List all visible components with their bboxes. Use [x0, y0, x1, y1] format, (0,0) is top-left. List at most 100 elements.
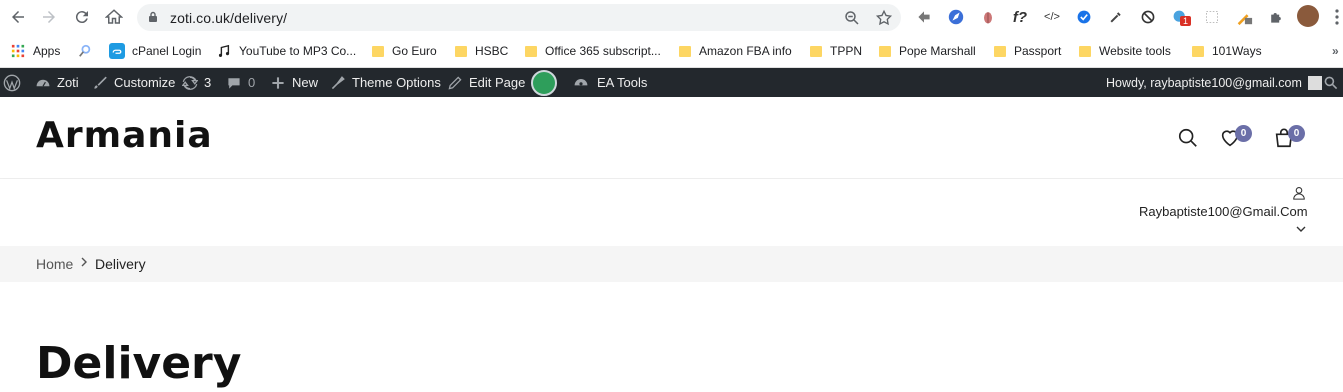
user-icon[interactable] [1292, 186, 1306, 200]
reload-icon [75, 11, 88, 24]
wp-logo-menu[interactable] [3, 68, 27, 97]
url-text: zoti.co.uk/delivery/ [170, 10, 288, 26]
chevron-down-icon[interactable] [1296, 225, 1306, 233]
wp-admin-bar: Zoti Customize 3 0 New Theme Options Edi… [0, 68, 1343, 97]
bookmark-go-euro[interactable]: Go Euro [372, 42, 437, 60]
folder-icon [879, 45, 891, 57]
new-content-menu[interactable]: New [270, 68, 318, 97]
folder-icon [455, 45, 467, 57]
bookmark-label: Go Euro [392, 44, 437, 58]
bookmark-cpanel[interactable]: cPanel Login [109, 42, 201, 60]
search-icon [1324, 76, 1338, 89]
back-button[interactable] [7, 6, 29, 28]
arrow-right-icon [43, 11, 55, 23]
extension-eyedropper-icon[interactable] [1106, 7, 1126, 27]
customize-label: Customize [114, 75, 176, 90]
new-label: New [292, 75, 319, 90]
breadcrumb-current: Delivery [95, 256, 146, 272]
edit-page-label: Edit Page [469, 75, 526, 90]
account-bar: Raybaptiste100@Gmail.Com [0, 179, 1343, 246]
extension-frame-icon[interactable] [1202, 7, 1222, 27]
folder-icon [525, 45, 537, 57]
bookmark-label: Passport [1014, 44, 1062, 58]
apps-grid-icon [10, 43, 26, 59]
bookmark-tppn[interactable]: TPPN [810, 42, 862, 60]
profile-avatar[interactable] [1297, 5, 1319, 27]
plugin-status-button[interactable] [531, 68, 557, 97]
extension-block-icon[interactable] [1138, 7, 1158, 27]
address-bar[interactable]: zoti.co.uk/delivery/ [137, 4, 901, 31]
reload-button[interactable] [71, 6, 93, 28]
bookmark-label: HSBC [475, 44, 509, 58]
admin-search-button[interactable] [1323, 68, 1343, 97]
extension-code-icon[interactable]: </> [1042, 7, 1062, 27]
extension-notify-icon[interactable]: 1 [1170, 7, 1192, 27]
cpanel-icon [109, 43, 125, 59]
bookmark-101ways[interactable]: 101Ways [1192, 42, 1262, 60]
updates-link[interactable]: 3 [182, 68, 211, 97]
page-title: Delivery [36, 338, 242, 389]
bookmark-hsbc[interactable]: HSBC [455, 42, 508, 60]
bookmarks-overflow-icon[interactable]: » [1332, 42, 1339, 60]
bookmark-search[interactable] [77, 42, 100, 60]
bookmark-label: 101Ways [1212, 44, 1262, 58]
site-name-menu[interactable]: Zoti [35, 68, 79, 97]
extension-check-icon[interactable] [1074, 7, 1094, 27]
site-header: Armania 0 0 [0, 97, 1343, 179]
my-account-menu[interactable]: Howdy, raybaptiste100@gmail.com [1106, 68, 1322, 97]
ea-tools-icon [574, 78, 588, 85]
search-bookmark-icon [77, 43, 93, 59]
bookmark-label: Office 365 subscript... [545, 44, 661, 58]
site-logo[interactable]: Armania [36, 115, 213, 156]
folder-icon [372, 45, 384, 57]
bookmark-label: Apps [33, 44, 61, 58]
howdy-text: Howdy, raybaptiste100@gmail.com [1106, 75, 1302, 90]
extension-font-icon[interactable]: f? [1010, 7, 1030, 27]
bookmark-label: TPPN [830, 44, 863, 58]
bookmark-amazon-fba[interactable]: Amazon FBA info [679, 42, 792, 60]
chevron-right-icon [81, 257, 87, 267]
menu-kebab-icon[interactable] [1332, 7, 1342, 27]
ea-tools-menu[interactable]: EA Tools [573, 68, 647, 97]
account-email[interactable]: Raybaptiste100@Gmail.Com [1139, 204, 1308, 219]
breadcrumb: Home Delivery [0, 246, 1343, 282]
bookmark-website-tools[interactable]: Website tools [1079, 42, 1171, 60]
comments-link[interactable]: 0 [226, 68, 255, 97]
comments-count: 0 [248, 75, 256, 90]
theme-options-menu[interactable]: Theme Options [330, 68, 441, 97]
wordpress-icon [3, 74, 21, 91]
breadcrumb-home-link[interactable]: Home [36, 256, 73, 272]
forward-button[interactable] [38, 6, 60, 28]
pencil-icon [448, 75, 462, 89]
extension-arrow-icon[interactable] [914, 7, 934, 27]
edit-page-link[interactable]: Edit Page [447, 68, 525, 97]
customize-link[interactable]: Customize [92, 68, 175, 97]
paintbrush-icon [94, 76, 107, 89]
bookmark-youtube-mp3[interactable]: YouTube to MP3 Co... [216, 42, 356, 60]
bookmark-star-icon[interactable] [875, 9, 893, 27]
bookmark-pope-marshall[interactable]: Pope Marshall [879, 42, 976, 60]
bookmark-passport[interactable]: Passport [994, 42, 1061, 60]
bookmark-apps[interactable]: Apps [10, 42, 60, 60]
theme-options-label: Theme Options [352, 75, 441, 90]
extension-pen-icon[interactable] [1234, 7, 1254, 27]
theme-options-icon [331, 75, 345, 89]
extension-bug-icon[interactable] [978, 7, 998, 27]
zoom-icon[interactable] [843, 9, 861, 27]
search-icon[interactable] [1177, 127, 1199, 149]
plugin-status-icon [531, 69, 557, 96]
dashboard-icon [36, 79, 50, 87]
extension-rocket-icon[interactable] [946, 7, 966, 27]
music-note-icon [216, 43, 232, 59]
home-button[interactable] [103, 6, 125, 28]
bookmark-label: cPanel Login [132, 44, 202, 58]
bookmark-label: YouTube to MP3 Co... [239, 44, 357, 58]
cart-count-badge: 0 [1288, 125, 1305, 142]
bookmark-office-365[interactable]: Office 365 subscript... [525, 42, 661, 60]
home-icon [105, 9, 123, 24]
comment-icon [228, 77, 240, 89]
extensions-puzzle-icon[interactable] [1266, 7, 1286, 27]
ea-tools-label: EA Tools [597, 75, 648, 90]
folder-icon [994, 45, 1006, 57]
plus-icon [272, 76, 284, 89]
